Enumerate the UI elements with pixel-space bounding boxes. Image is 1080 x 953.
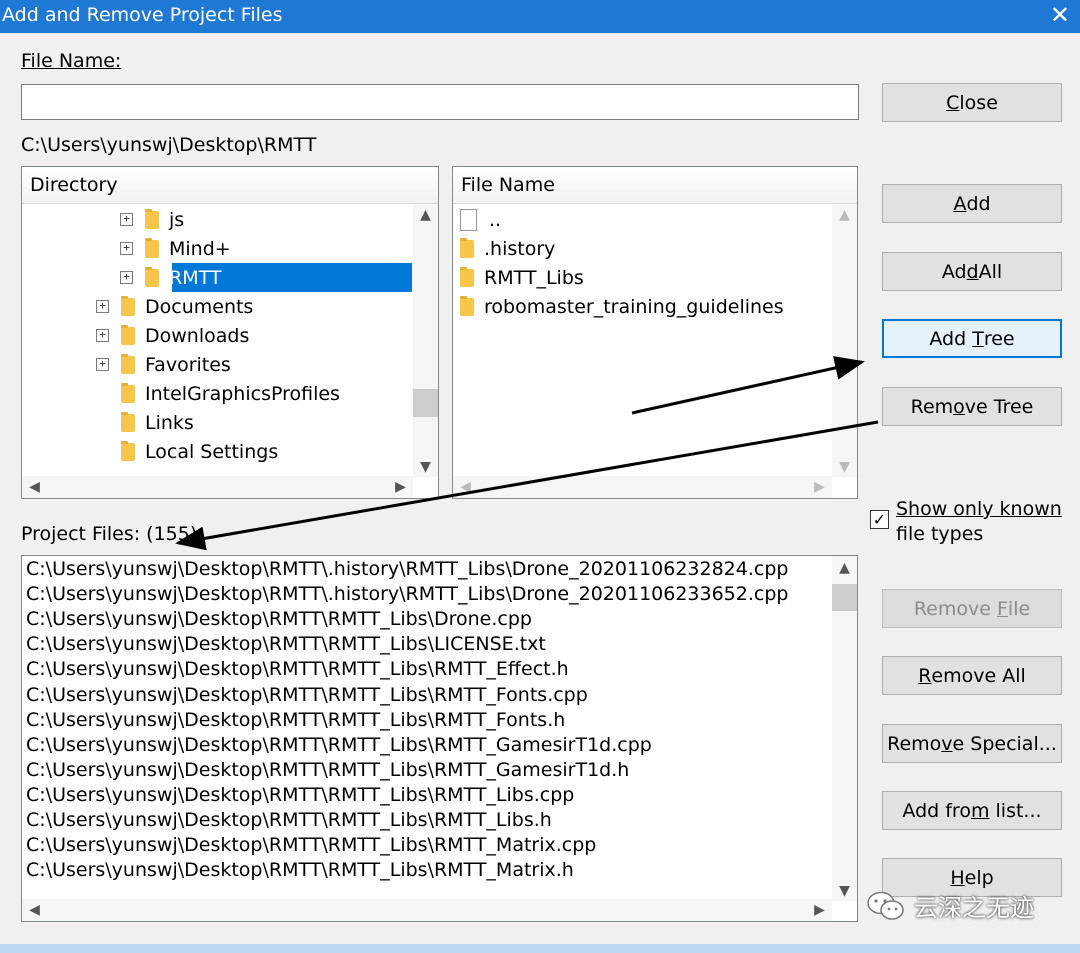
window-bottom-edge [0, 944, 1080, 953]
watermark-text: 云深之无迹 [914, 894, 1034, 922]
annotation-arrows [175, 356, 879, 551]
arrow-to-add-tree [631, 356, 865, 415]
wechat-icon [867, 891, 904, 920]
arrow-to-project-files [175, 420, 879, 551]
watermark: 云深之无迹 [866, 888, 1034, 923]
